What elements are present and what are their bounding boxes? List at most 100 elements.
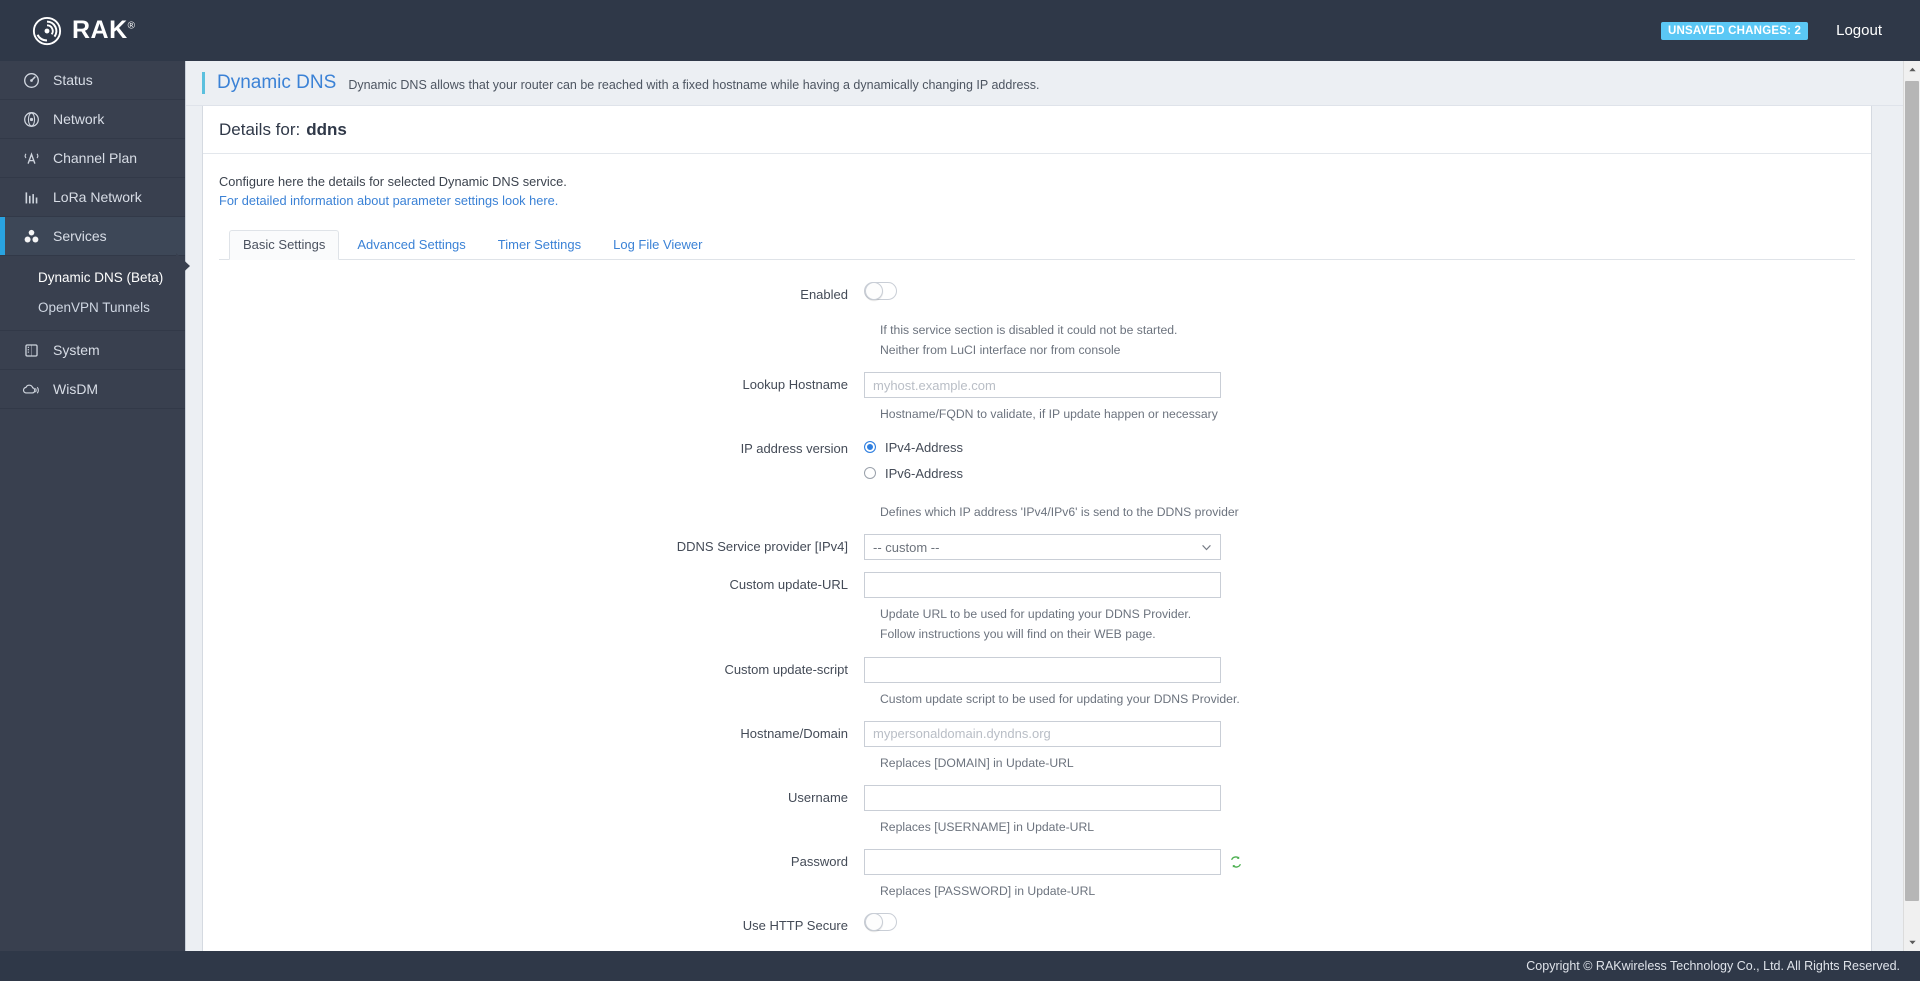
radio-ipv4[interactable]: IPv4-Address (864, 436, 963, 458)
system-icon (22, 341, 40, 359)
field-label: Lookup Hostname (742, 377, 848, 393)
field-label: IP address version (740, 441, 848, 457)
sidebar-item-dynamic-dns[interactable]: Dynamic DNS (Beta) (0, 262, 185, 292)
custom-update-url-input[interactable] (864, 572, 1221, 599)
rak-logo-icon (32, 16, 62, 45)
tab-log-file-viewer[interactable]: Log File Viewer (599, 230, 716, 260)
panel-body: Configure here the details for selected … (203, 154, 1871, 951)
toggle-knob (865, 281, 883, 300)
lookup-hostname-input[interactable] (864, 372, 1221, 399)
field-label: Custom update-script (724, 661, 848, 677)
enabled-hint-2: Neither from LuCI interface nor from con… (880, 342, 1121, 357)
logout-button[interactable]: Logout (1836, 22, 1882, 39)
brand-name: RAK® (72, 16, 136, 44)
hostname-domain-input[interactable] (864, 720, 1221, 747)
panel-title: Details for: ddns (203, 106, 1871, 154)
cloud-icon (22, 380, 40, 398)
field-ddns-service-provider: DDNS Service provider [IPv4] -- custom -… (219, 534, 1855, 561)
custom-update-url-hint-1: Update URL to be used for updating your … (880, 607, 1192, 622)
lookup-hostname-hint: Hostname/FQDN to validate, if IP update … (880, 407, 1218, 422)
sidebar: Status Network Channel Plan LoRa Network… (0, 61, 185, 951)
page-subtitle: Dynamic DNS allows that your router can … (348, 78, 1040, 92)
top-bar-right: UNSAVED CHANGES: 2 Logout (1661, 21, 1920, 40)
antenna-icon (22, 149, 40, 167)
sidebar-item-label: LoRa Network (53, 189, 142, 205)
field-hostname-domain: Hostname/Domain (219, 720, 1855, 747)
radio-indicator (864, 467, 876, 480)
radio-indicator (864, 441, 876, 454)
services-icon (22, 227, 40, 245)
sidebar-item-label: Services (53, 228, 107, 244)
page-accent-bar (202, 72, 205, 94)
field-custom-update-script: Custom update-script (219, 656, 1855, 683)
details-panel: Details for: ddns Configure here the det… (202, 106, 1872, 951)
parameter-settings-link[interactable]: For detailed information about parameter… (219, 193, 558, 208)
field-label: Hostname/Domain (740, 725, 848, 741)
sidebar-item-label: System (53, 342, 100, 358)
scrollbar-thumb[interactable] (1905, 81, 1919, 901)
custom-update-script-input[interactable] (864, 656, 1221, 683)
radio-ipv6[interactable]: IPv6-Address (864, 462, 963, 484)
field-label: Username (788, 789, 848, 805)
tab-basic-settings[interactable]: Basic Settings (229, 229, 340, 260)
field-custom-update-url: Custom update-URL (219, 572, 1855, 599)
tab-timer-settings[interactable]: Timer Settings (484, 230, 595, 260)
sidebar-item-system[interactable]: System (0, 331, 185, 370)
sidebar-item-label: Network (53, 111, 105, 127)
username-hint: Replaces [USERNAME] in Update-URL (880, 819, 1095, 834)
app-window: RAK® UNSAVED CHANGES: 2 Logout Status Ne… (0, 0, 1920, 981)
enabled-toggle[interactable] (864, 281, 897, 300)
status-icon (22, 71, 40, 89)
field-label: Password (790, 853, 848, 869)
hostname-domain-hint: Replaces [DOMAIN] in Update-URL (880, 755, 1074, 770)
http-secure-toggle[interactable] (864, 913, 897, 932)
page-scrollbar[interactable] (1903, 61, 1920, 951)
footer-bar: Copyright © RAKwireless Technology Co., … (0, 951, 1920, 981)
sidebar-subitem-label: Dynamic DNS (Beta) (38, 269, 164, 285)
scroll-up-arrow-icon[interactable] (1904, 61, 1920, 78)
field-ip-address-version: IP address version IPv4-Address IPv6-Add… (219, 436, 1855, 484)
sidebar-item-network[interactable]: Network (0, 100, 185, 139)
field-password: Password (219, 848, 1855, 875)
custom-update-url-hint-2: Follow instructions you will find on the… (880, 627, 1156, 642)
unsaved-changes-badge[interactable]: UNSAVED CHANGES: 2 (1661, 21, 1809, 40)
sidebar-active-pointer (176, 253, 190, 279)
sidebar-item-openvpn-tunnels[interactable]: OpenVPN Tunnels (0, 292, 185, 322)
brand-registered-mark: ® (127, 20, 136, 32)
username-input[interactable] (864, 784, 1221, 811)
reveal-password-icon[interactable] (1229, 855, 1243, 869)
basic-settings-form: Enabled If this service section is disab… (219, 260, 1855, 951)
sidebar-item-wisdm[interactable]: WisDM (0, 370, 185, 409)
sidebar-item-services[interactable]: Services (0, 217, 185, 256)
sidebar-item-lora-network[interactable]: LoRa Network (0, 178, 185, 217)
field-label: DDNS Service provider [IPv4] (676, 539, 848, 555)
enabled-hint-1: If this service section is disabled it c… (880, 322, 1178, 337)
sidebar-subnav-services: Dynamic DNS (Beta) OpenVPN Tunnels (0, 256, 185, 331)
scroll-down-arrow-icon[interactable] (1904, 934, 1920, 951)
network-icon (22, 110, 40, 128)
brand-logo-area[interactable]: RAK® (0, 0, 185, 61)
radio-label: IPv6-Address (885, 465, 964, 481)
sidebar-item-channel-plan[interactable]: Channel Plan (0, 139, 185, 178)
copyright-text: Copyright © RAKwireless Technology Co., … (1526, 959, 1900, 973)
sidebar-item-label: Channel Plan (53, 150, 138, 166)
page-title: Dynamic DNS (217, 72, 337, 93)
sidebar-subitem-label: OpenVPN Tunnels (38, 299, 150, 315)
bars-icon (22, 188, 40, 206)
tab-advanced-settings[interactable]: Advanced Settings (343, 230, 479, 260)
password-hint: Replaces [PASSWORD] in Update-URL (880, 883, 1096, 898)
main-content: Dynamic DNS Dynamic DNS allows that your… (185, 61, 1904, 951)
panel-title-value: ddns (306, 119, 347, 139)
sidebar-item-label: Status (53, 72, 93, 88)
field-label: Use HTTP Secure (742, 918, 848, 934)
top-bar: RAK® UNSAVED CHANGES: 2 Logout (0, 0, 1920, 61)
password-input[interactable] (864, 848, 1221, 875)
ddns-service-provider-select[interactable]: -- custom -- (864, 534, 1221, 561)
field-username: Username (219, 784, 1855, 811)
intro-text: Configure here the details for selected … (219, 174, 567, 189)
settings-tabs: Basic Settings Advanced Settings Timer S… (219, 228, 1855, 260)
field-lookup-hostname: Lookup Hostname (219, 372, 1855, 399)
field-enabled: Enabled (219, 281, 1855, 308)
sidebar-item-status[interactable]: Status (0, 61, 185, 100)
toggle-knob (865, 913, 883, 932)
